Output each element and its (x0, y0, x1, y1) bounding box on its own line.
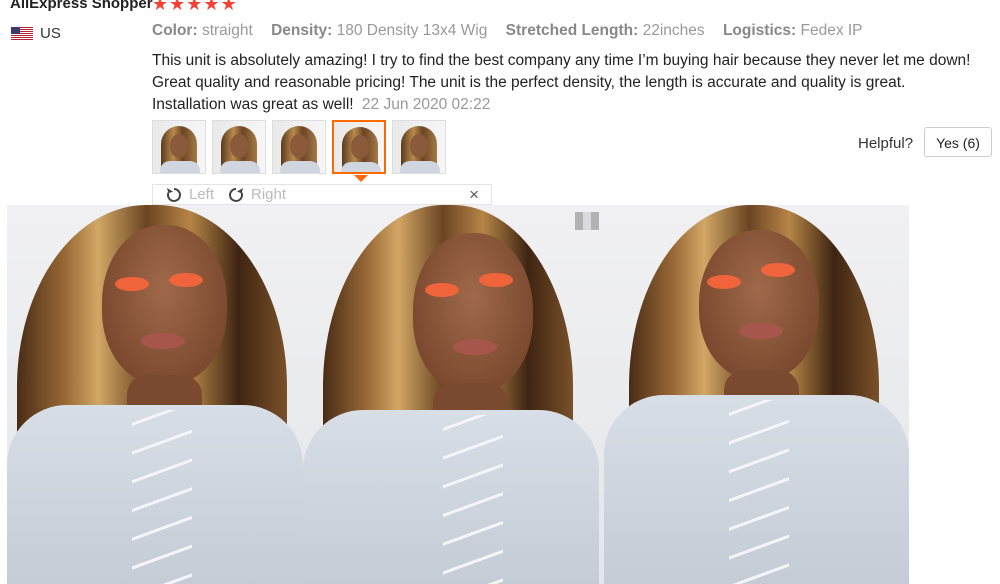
thumbnail-5[interactable] (392, 120, 446, 174)
spec-length: Stretched Length: 22inches (506, 22, 705, 39)
review-text: This unit is absolutely amazing! I try t… (152, 52, 971, 113)
image-watermark (575, 212, 599, 230)
helpful-label: Helpful? (858, 135, 914, 152)
country-code: US (40, 25, 61, 42)
review-photo-panel-2 (303, 205, 599, 584)
image-viewer-toolbar: Left Right × (152, 184, 492, 205)
spec-color: Color: straight (152, 22, 253, 39)
rotate-right-button[interactable]: Right (227, 185, 286, 205)
thumbnail-3[interactable] (272, 120, 326, 174)
review-body: This unit is absolutely amazing! I try t… (152, 50, 972, 116)
thumbnail-1[interactable] (152, 120, 206, 174)
review-photo-panel-3 (599, 205, 909, 584)
star-icon: ★ (186, 0, 203, 14)
review-photo-thumbnails (152, 120, 446, 174)
review-date: 22 Jun 2020 02:22 (361, 96, 491, 113)
selected-thumbnail-caret (354, 175, 368, 182)
spec-value: 180 Density 13x4 Wig (336, 22, 488, 39)
star-icon: ★ (203, 0, 220, 14)
rotate-right-label: Right (251, 186, 287, 203)
spec-label: Density: (271, 22, 333, 39)
spec-logistics: Logistics: Fedex IP (723, 22, 863, 39)
close-icon[interactable]: × (469, 184, 479, 206)
spec-value: 22inches (642, 22, 705, 39)
order-specs: Color: straight Density: 180 Density 13x… (152, 22, 877, 40)
star-icon: ★ (169, 0, 186, 14)
rotate-right-icon (229, 188, 244, 202)
rotate-left-button[interactable]: Left (165, 185, 214, 205)
us-flag-icon (11, 27, 33, 40)
star-icon: ★ (220, 0, 237, 14)
thumbnail-2[interactable] (212, 120, 266, 174)
spec-value: Fedex IP (800, 22, 863, 39)
review-photo-panel-1 (7, 205, 303, 584)
spec-label: Stretched Length: (505, 22, 639, 39)
reviewer-name: AliExpress Shopper (10, 0, 153, 12)
reviewer-country: US (11, 25, 61, 42)
rotate-left-icon (166, 188, 181, 202)
spec-density: Density: 180 Density 13x4 Wig (271, 22, 487, 39)
rating-stars: ★ ★ ★ ★ ★ (152, 0, 237, 14)
spec-value: straight (201, 22, 253, 39)
rotate-left-label: Left (189, 186, 215, 203)
thumbnail-4-selected[interactable] (332, 120, 386, 174)
star-icon: ★ (152, 0, 169, 14)
spec-label: Logistics: (722, 22, 797, 39)
spec-label: Color: (152, 22, 198, 39)
helpful-yes-button[interactable]: Yes (6) (924, 127, 992, 157)
